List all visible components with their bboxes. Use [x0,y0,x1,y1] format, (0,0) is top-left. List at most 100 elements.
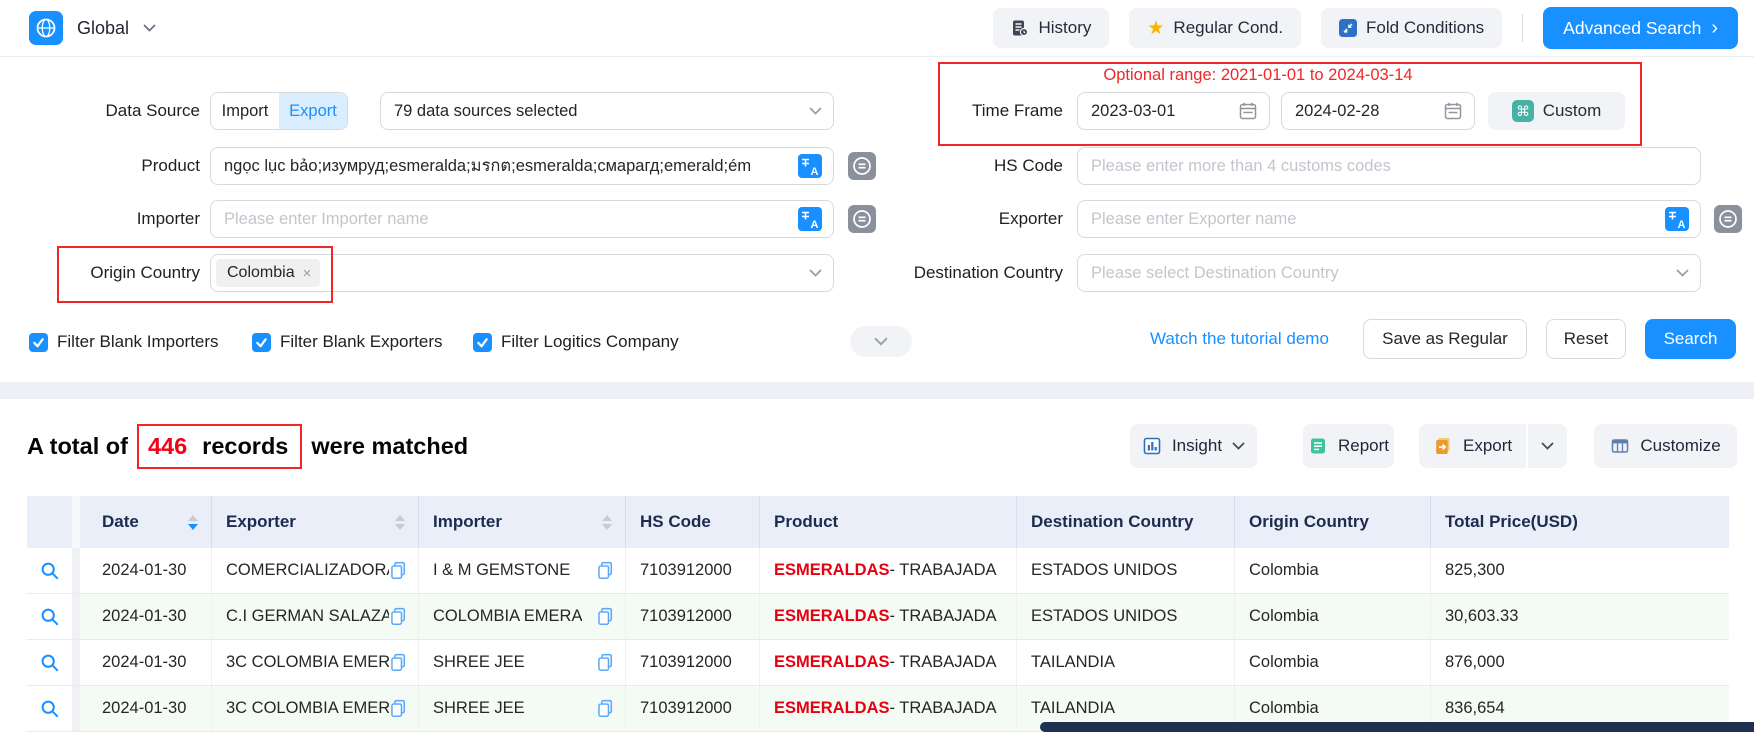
regular-cond-button[interactable]: ★ Regular Cond. [1129,8,1301,48]
sort-asc-icon [602,515,612,521]
cell-exporter: COMERCIALIZADORA I [212,548,419,593]
export-button[interactable]: Export [1419,424,1526,468]
calendar-icon [1443,101,1463,121]
sort-control[interactable] [188,515,198,530]
region-label: Global [77,18,129,39]
search-button[interactable]: Search [1645,319,1736,359]
table-header: Date Exporter Importer [27,496,1729,548]
sort-control[interactable] [602,515,612,530]
fixed-column-gap [72,640,80,685]
product-field: A [210,147,834,185]
header-exporter[interactable]: Exporter [212,496,419,548]
tutorial-link[interactable]: Watch the tutorial demo [1150,319,1329,359]
chevron-down-icon [809,107,822,115]
search-icon [40,561,60,581]
hs-code-input[interactable] [1091,157,1689,176]
history-button[interactable]: History [993,8,1109,48]
sort-control[interactable] [395,515,405,530]
importer-name[interactable]: COLOMBIA EMERA [433,607,582,626]
copy-icon[interactable] [389,561,408,580]
copy-icon[interactable] [596,607,615,626]
customize-button[interactable]: Customize [1594,424,1737,468]
custom-range-button[interactable]: ⌘ Custom [1488,92,1625,130]
results-table: Date Exporter Importer [27,496,1729,732]
bi-chart-icon [1142,436,1162,456]
table-row: 2024-01-30 COMERCIALIZADORA I I & M GEMS… [27,548,1729,594]
regular-cond-label: Regular Cond. [1173,18,1283,38]
collapse-form-button[interactable] [850,326,912,357]
fold-arrows-icon [1339,19,1357,37]
advanced-search-button[interactable]: Advanced Search › [1543,7,1738,49]
chevron-down-icon [874,337,888,346]
importer-input[interactable] [224,210,790,229]
region-selector[interactable]: Global [29,11,156,45]
product-rest: - TRABAJADA [890,561,997,580]
report-button[interactable]: Report [1303,424,1394,468]
importer-name[interactable]: I & M GEMSTONE [433,561,570,580]
save-as-regular-button[interactable]: Save as Regular [1363,319,1527,359]
customize-label: Customize [1640,436,1720,456]
translate-icon[interactable]: A [798,154,822,178]
product-input[interactable] [224,157,790,176]
export-toggle[interactable]: Export [279,93,347,129]
product-keyword-highlight: ESMERALDAS [774,607,890,626]
import-toggle[interactable]: Import [211,93,279,129]
cell-exporter: C.I GERMAN SALAZAR [212,594,419,639]
filter-blank-importers-checkbox[interactable]: Filter Blank Importers [29,332,219,352]
exporter-name[interactable]: 3C COLOMBIA EMERA [226,653,389,672]
copy-icon[interactable] [596,699,615,718]
cell-total-price: 876,000 [1431,640,1729,685]
header-label: Exporter [226,512,296,532]
cell-product: ESMERALDAS - TRABAJADA [760,594,1017,639]
product-keyword-highlight: ESMERALDAS [774,561,890,580]
copy-icon[interactable] [389,607,408,626]
destination-country-select[interactable]: Please select Destination Country [1077,254,1701,292]
filter-blank-exporters-checkbox[interactable]: Filter Blank Exporters [252,332,443,352]
product-rest: - TRABAJADA [890,653,997,672]
header-total-price: Total Price(USD) [1431,496,1729,548]
exporter-name[interactable]: COMERCIALIZADORA I [226,561,389,580]
fixed-column-gap [72,548,80,593]
copy-icon[interactable] [389,653,408,672]
top-bar: Global History ★ Regular Cond. [0,0,1754,57]
translate-icon[interactable]: A [798,207,822,231]
fold-conditions-button[interactable]: Fold Conditions [1321,8,1502,48]
remove-tag-icon[interactable]: × [303,266,312,281]
cell-importer: SHREE JEE [419,640,626,685]
row-detail-button[interactable] [27,594,72,639]
exporter-exact-match-button[interactable] [1714,205,1742,233]
start-date-input[interactable]: 2023-03-01 [1077,92,1270,130]
svg-text:A: A [811,219,819,231]
cell-product: ESMERALDAS - TRABAJADA [760,640,1017,685]
copy-icon[interactable] [596,653,615,672]
exporter-input[interactable] [1091,210,1657,229]
translate-icon[interactable]: A [1665,207,1689,231]
importer-name[interactable]: SHREE JEE [433,699,525,718]
history-icon [1011,19,1029,37]
filter-logistics-company-checkbox[interactable]: Filter Logitics Company [473,332,679,352]
import-export-toggle: Import Export [210,92,348,130]
exporter-name[interactable]: C.I GERMAN SALAZAR [226,607,389,626]
svg-text:A: A [811,166,819,178]
copy-icon[interactable] [389,699,408,718]
data-sources-select[interactable]: 79 data sources selected [380,92,834,130]
cell-importer: SHREE JEE [419,686,626,731]
importer-label: Importer [0,200,200,238]
reset-button[interactable]: Reset [1546,319,1626,359]
horizontal-scrollbar[interactable] [1040,722,1754,732]
row-detail-button[interactable] [27,686,72,731]
importer-name[interactable]: SHREE JEE [433,653,525,672]
origin-country-select[interactable]: Colombia × [210,254,834,292]
header-date[interactable]: Date [80,496,212,548]
cell-origin-country: Colombia [1235,548,1431,593]
insight-button[interactable]: Insight [1130,424,1257,468]
star-icon: ★ [1147,19,1164,38]
export-options-button[interactable] [1528,424,1567,468]
row-detail-button[interactable] [27,548,72,593]
copy-icon[interactable] [596,561,615,580]
end-date-input[interactable]: 2024-02-28 [1281,92,1475,130]
exporter-name[interactable]: 3C COLOMBIA EMERA [226,699,389,718]
header-importer[interactable]: Importer [419,496,626,548]
row-detail-button[interactable] [27,640,72,685]
importer-field: A [210,200,834,238]
